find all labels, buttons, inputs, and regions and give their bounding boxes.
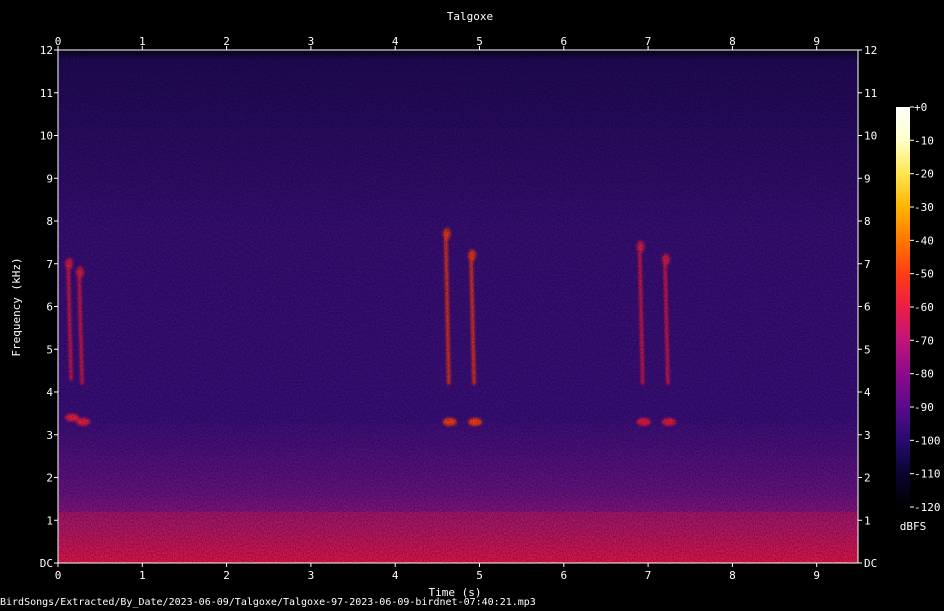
y-tick-label: DC [40,557,53,570]
colorbar-ticks: +0 -10 -20 -30 -40 -50 -60 -70 -80 -90 -100 -110 -12… [910,101,941,514]
colorbar-tick-label: -80 [914,368,934,381]
spectrogram-plot [57,49,859,564]
y-tick-label: 4 [864,386,871,399]
y-tick-label: 3 [46,429,53,442]
y-tick-label: 4 [46,386,53,399]
x-tick-label: 8 [729,569,736,582]
chart-title: Talgoxe [447,10,493,23]
x-tick-label: 4 [392,569,399,582]
x-tick-label: 7 [645,569,652,582]
x-tick-label: 8 [729,35,736,48]
x-tick-label: 2 [223,35,230,48]
x-axis-top: 0 1 2 3 4 5 6 7 8 9 [55,35,820,50]
y-tick-label: 8 [46,215,53,228]
colorbar-gradient [896,107,910,507]
x-tick-label: 6 [560,569,567,582]
y-tick-label: 9 [864,172,871,185]
x-tick-label: 4 [392,35,399,48]
y-tick-label: 3 [864,429,871,442]
x-tick-label: 7 [645,35,652,48]
y-tick-label: 5 [864,343,871,356]
x-tick-label: 5 [476,569,483,582]
x-tick-label: 9 [813,569,820,582]
x-tick-label: 6 [560,35,567,48]
y-axis-left: DC123456789101112 [40,44,58,570]
colorbar-tick-label: -10 [914,134,934,147]
y-axis-right: DC123456789101112 [858,44,877,570]
x-tick-label: 9 [813,35,820,48]
x-tick-label: 3 [308,35,315,48]
y-tick-label: 10 [864,130,877,143]
colorbar: +0 -10 -20 -30 -40 -50 -60 -70 -80 -90 -100 -110 -12… [896,101,941,533]
colorbar-tick-label: -60 [914,301,934,314]
colorbar-tick-label: -100 [914,434,941,447]
y-tick-label: 11 [40,87,53,100]
file-path-caption: BirdSongs/Extracted/By_Date/2023-06-09/T… [0,597,536,608]
y-tick-label: 12 [864,44,877,57]
colorbar-tick-label: -110 [914,468,941,481]
y-tick-label: 11 [864,87,877,100]
colorbar-tick-label: +0 [914,101,927,114]
y-tick-label: 2 [46,472,53,485]
y-tick-label: 7 [864,258,871,271]
x-tick-label: 2 [223,569,230,582]
y-axis-label: Frequency (kHz) [10,257,23,356]
x-tick-label: 1 [139,569,146,582]
y-tick-label: 7 [46,258,53,271]
y-tick-label: 2 [864,472,871,485]
y-tick-label: 10 [40,130,53,143]
colorbar-tick-label: -70 [914,334,934,347]
x-tick-label: 1 [139,35,146,48]
colorbar-tick-label: -50 [914,268,934,281]
colorbar-tick-label: -120 [914,501,941,514]
colorbar-label: dBFS [900,520,927,533]
colorbar-tick-label: -40 [914,234,934,247]
y-tick-label: 1 [46,514,53,527]
y-tick-label: DC [864,557,877,570]
y-tick-label: 9 [46,172,53,185]
colorbar-tick-label: -30 [914,201,934,214]
y-tick-label: 1 [864,514,871,527]
y-tick-label: 12 [40,44,53,57]
spectrogram-figure: Talgoxe 0123456789 0123456789 DC12345678… [10,10,941,599]
colorbar-tick-label: -20 [914,168,934,181]
y-tick-label: 5 [46,343,53,356]
x-tick-label: 5 [476,35,483,48]
spectrogram-noise [58,50,858,563]
y-tick-label: 6 [864,301,871,314]
x-tick-label: 0 [55,569,62,582]
x-tick-label: 0 [55,35,62,48]
y-tick-label: 6 [46,301,53,314]
x-axis-bottom: 0 1 2 3 4 5 6 7 8 9 [55,563,820,582]
y-tick-label: 8 [864,215,871,228]
x-tick-label: 3 [308,569,315,582]
colorbar-tick-label: -90 [914,401,934,414]
